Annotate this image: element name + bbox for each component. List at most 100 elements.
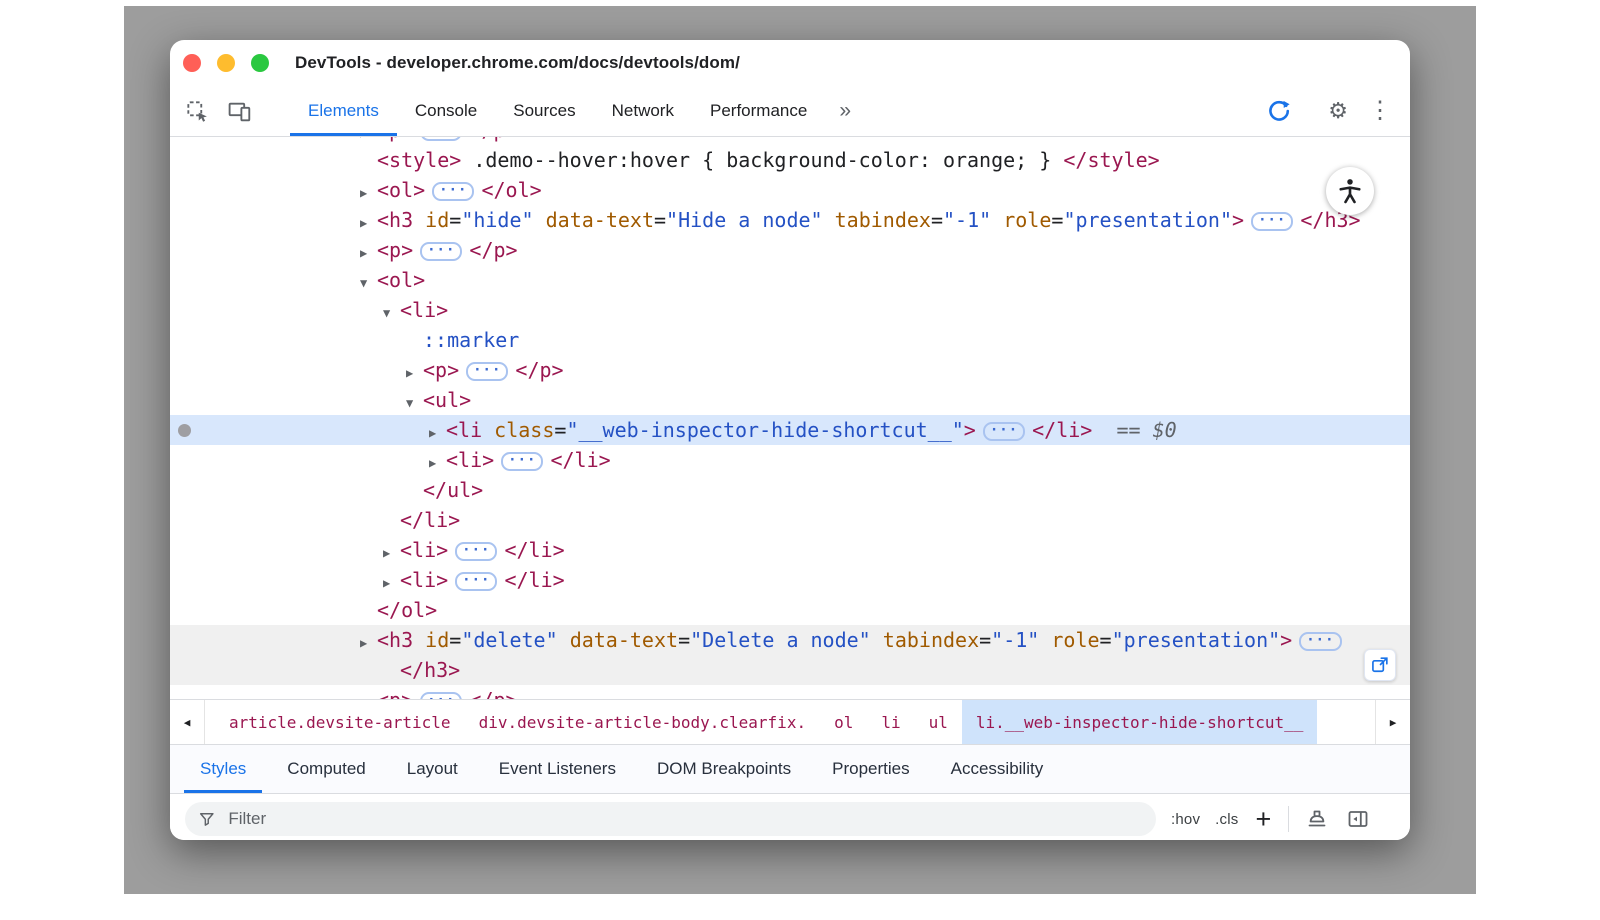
sidebar-tab-styles[interactable]: Styles — [184, 745, 262, 793]
dom-tree-row[interactable]: ▶<p>···</p> — [170, 235, 1410, 265]
code-token: </p> — [515, 358, 563, 382]
dom-tree-row[interactable]: </h3> — [170, 655, 1410, 685]
scroll-into-view-button[interactable] — [1364, 649, 1396, 681]
breadcrumb-item[interactable]: li — [867, 700, 914, 744]
window-title: DevTools - developer.chrome.com/docs/dev… — [295, 53, 740, 73]
sidebar-tab-computed[interactable]: Computed — [271, 745, 381, 793]
disclosure-triangle-collapsed-icon[interactable]: ▶ — [360, 238, 377, 268]
inline-expand-button[interactable]: ··· — [455, 572, 497, 591]
new-style-rule-button[interactable]: + — [1255, 806, 1271, 833]
dom-tree-row[interactable]: ▶<ol>···</ol> — [170, 175, 1410, 205]
tab-console[interactable]: Console — [397, 86, 495, 136]
code-token: </ol> — [481, 178, 541, 202]
disclosure-triangle-collapsed-icon[interactable]: ▶ — [383, 538, 400, 568]
disclosure-triangle-collapsed-icon[interactable]: ▶ — [360, 208, 377, 238]
disclosure-triangle-collapsed-icon[interactable]: ▶ — [383, 568, 400, 598]
breadcrumb-item[interactable]: li.__web-inspector-hide-shortcut__ — [962, 700, 1318, 744]
stamp-icon[interactable] — [1304, 806, 1330, 832]
device-toolbar-icon[interactable] — [226, 98, 252, 124]
dom-tree-row[interactable]: ▶<h3 id="delete" data-text="Delete a nod… — [170, 625, 1410, 655]
dom-tree-row[interactable]: <style> .demo--hover:hover { background-… — [170, 145, 1410, 175]
breadcrumb-scroll-left[interactable]: ◀ — [170, 700, 205, 744]
scroll-into-view-icon — [1370, 655, 1390, 675]
sidebar-tab-accessibility[interactable]: Accessibility — [935, 745, 1060, 793]
breadcrumb-bar: ◀ article.devsite-articlediv.devsite-art… — [170, 699, 1410, 744]
breadcrumb-item[interactable]: ul — [915, 700, 962, 744]
styles-filter-input[interactable] — [226, 808, 1143, 830]
dom-tree-row[interactable]: </li> — [170, 505, 1410, 535]
disclosure-triangle-expanded-icon[interactable]: ▼ — [383, 298, 400, 328]
breadcrumb-item[interactable]: article.devsite-article — [215, 700, 465, 744]
dom-tree-row[interactable]: ▼<li> — [170, 295, 1410, 325]
inline-expand-button[interactable]: ··· — [1299, 632, 1341, 651]
tab-network[interactable]: Network — [594, 86, 692, 136]
dom-tree-row[interactable]: ▼<ul> — [170, 385, 1410, 415]
code-token — [1092, 418, 1116, 442]
dom-tree-row[interactable]: ▶<li>···</li> — [170, 565, 1410, 595]
toggle-sidebar-icon[interactable] — [1345, 806, 1371, 832]
zoom-button[interactable] — [251, 54, 269, 72]
tab-performance[interactable]: Performance — [692, 86, 825, 136]
disclosure-triangle-expanded-icon[interactable]: ▼ — [406, 388, 423, 418]
inline-expand-button[interactable]: ··· — [983, 422, 1025, 441]
dom-tree-row[interactable]: ▶<p>···</p> — [170, 355, 1410, 385]
inline-expand-button[interactable]: ··· — [455, 542, 497, 561]
tab-elements[interactable]: Elements — [290, 86, 397, 136]
sidebar-tab-event-listeners[interactable]: Event Listeners — [483, 745, 632, 793]
toggle-element-state-button[interactable]: :hov — [1171, 811, 1200, 828]
dom-tree-row[interactable]: ▶<li class="__web-inspector-hide-shortcu… — [170, 415, 1410, 445]
sidebar-tab-dom-breakpoints[interactable]: DOM Breakpoints — [641, 745, 807, 793]
inline-expand-button[interactable]: ··· — [420, 242, 462, 261]
disclosure-triangle-collapsed-icon[interactable]: ▶ — [360, 628, 377, 658]
dom-tree-row[interactable]: ▶<p>···</p> — [170, 685, 1410, 699]
code-token: </li> — [400, 508, 460, 532]
inspect-element-icon[interactable] — [184, 98, 210, 124]
more-tabs-icon[interactable]: » — [839, 99, 851, 123]
code-token: "presentation" — [1112, 628, 1281, 652]
node-marker-dot — [178, 424, 191, 437]
dom-tree-row[interactable]: ▼<ol> — [170, 265, 1410, 295]
code-token: = — [931, 208, 943, 232]
disclosure-triangle-collapsed-icon[interactable]: ▶ — [406, 358, 423, 388]
kebab-menu-icon[interactable]: ⋮ — [1368, 99, 1392, 123]
code-token: = — [654, 208, 666, 232]
dom-tree-row[interactable]: ▶<h3 id="hide" data-text="Hide a node" t… — [170, 205, 1410, 235]
dom-tree-row[interactable]: ▶<li>···</li> — [170, 535, 1410, 565]
disclosure-triangle-collapsed-icon[interactable]: ▶ — [360, 178, 377, 208]
disclosure-triangle-expanded-icon[interactable]: ▼ — [360, 268, 377, 298]
breadcrumb-scroll-right[interactable]: ▶ — [1375, 700, 1410, 744]
sync-icon[interactable] — [1266, 98, 1292, 124]
sidebar-tab-layout[interactable]: Layout — [391, 745, 474, 793]
breadcrumb-item[interactable]: ol — [820, 700, 867, 744]
panel-tabs: ElementsConsoleSourcesNetworkPerformance — [290, 86, 825, 136]
code-token: = — [449, 208, 461, 232]
dom-tree-row[interactable]: ▶<li>···</li> — [170, 445, 1410, 475]
code-token: = — [449, 628, 461, 652]
dom-tree-row[interactable]: ::marker — [170, 325, 1410, 355]
element-classes-button[interactable]: .cls — [1215, 811, 1238, 828]
devtools-window: DevTools - developer.chrome.com/docs/dev… — [170, 40, 1410, 840]
accessibility-overlay-button[interactable] — [1326, 167, 1374, 215]
breadcrumb-item[interactable]: div.devsite-article-body.clearfix. — [465, 700, 821, 744]
disclosure-triangle-collapsed-icon[interactable]: ▶ — [429, 418, 446, 448]
sidebar-tab-properties[interactable]: Properties — [816, 745, 925, 793]
dom-tree-row[interactable]: </ol> — [170, 595, 1410, 625]
inline-expand-button[interactable]: ··· — [501, 452, 543, 471]
close-button[interactable] — [183, 54, 201, 72]
inline-expand-button[interactable]: ··· — [420, 137, 462, 141]
code-token: <ol> — [377, 268, 425, 292]
tab-sources[interactable]: Sources — [495, 86, 593, 136]
disclosure-triangle-collapsed-icon[interactable]: ▶ — [360, 688, 377, 699]
dom-tree-row[interactable]: ▶<p>···</p> — [170, 137, 1410, 145]
code-token — [1039, 628, 1051, 652]
inline-expand-button[interactable]: ··· — [1251, 212, 1293, 231]
inline-expand-button[interactable]: ··· — [432, 182, 474, 201]
dom-tree-row[interactable]: </ul> — [170, 475, 1410, 505]
code-token: "presentation" — [1063, 208, 1232, 232]
code-token: "-1" — [943, 208, 991, 232]
minimize-button[interactable] — [217, 54, 235, 72]
disclosure-triangle-collapsed-icon[interactable]: ▶ — [429, 448, 446, 478]
inline-expand-button[interactable]: ··· — [466, 362, 508, 381]
inline-expand-button[interactable]: ··· — [420, 692, 462, 699]
gear-icon[interactable]: ⚙ — [1328, 100, 1348, 122]
